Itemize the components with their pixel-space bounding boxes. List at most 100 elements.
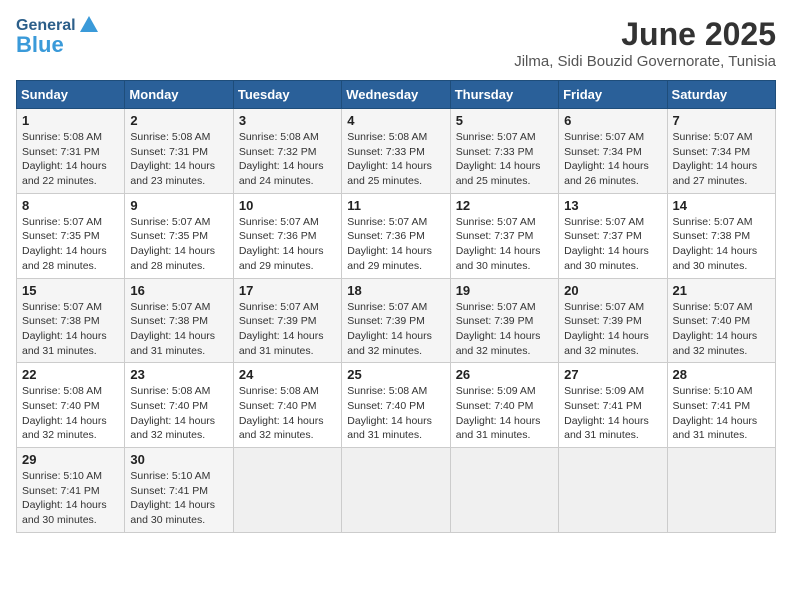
day-detail: Sunrise: 5:07 AM Sunset: 7:39 PM Dayligh…	[347, 300, 444, 359]
table-row: 15 Sunrise: 5:07 AM Sunset: 7:38 PM Dayl…	[17, 278, 125, 363]
day-detail: Sunrise: 5:07 AM Sunset: 7:37 PM Dayligh…	[456, 215, 553, 274]
day-detail: Sunrise: 5:07 AM Sunset: 7:33 PM Dayligh…	[456, 130, 553, 189]
table-row: 9 Sunrise: 5:07 AM Sunset: 7:35 PM Dayli…	[125, 193, 233, 278]
day-detail: Sunrise: 5:07 AM Sunset: 7:35 PM Dayligh…	[130, 215, 227, 274]
calendar-subtitle: Jilma, Sidi Bouzid Governorate, Tunisia	[514, 53, 776, 70]
table-row: 1 Sunrise: 5:08 AM Sunset: 7:31 PM Dayli…	[17, 109, 125, 194]
header-saturday: Saturday	[667, 81, 775, 109]
table-row: 21 Sunrise: 5:07 AM Sunset: 7:40 PM Dayl…	[667, 278, 775, 363]
day-detail: Sunrise: 5:07 AM Sunset: 7:37 PM Dayligh…	[564, 215, 661, 274]
day-detail: Sunrise: 5:08 AM Sunset: 7:32 PM Dayligh…	[239, 130, 336, 189]
table-row: 8 Sunrise: 5:07 AM Sunset: 7:35 PM Dayli…	[17, 193, 125, 278]
day-detail: Sunrise: 5:07 AM Sunset: 7:38 PM Dayligh…	[130, 300, 227, 359]
table-row: 30 Sunrise: 5:10 AM Sunset: 7:41 PM Dayl…	[125, 448, 233, 533]
day-detail: Sunrise: 5:08 AM Sunset: 7:31 PM Dayligh…	[130, 130, 227, 189]
table-row: 5 Sunrise: 5:07 AM Sunset: 7:33 PM Dayli…	[450, 109, 558, 194]
table-row	[667, 448, 775, 533]
calendar-week-1: 1 Sunrise: 5:08 AM Sunset: 7:31 PM Dayli…	[17, 109, 776, 194]
title-section: June 2025 Jilma, Sidi Bouzid Governorate…	[514, 16, 776, 70]
day-number: 22	[22, 367, 119, 382]
day-number: 4	[347, 113, 444, 128]
header-sunday: Sunday	[17, 81, 125, 109]
table-row: 27 Sunrise: 5:09 AM Sunset: 7:41 PM Dayl…	[559, 363, 667, 448]
header-wednesday: Wednesday	[342, 81, 450, 109]
table-row: 11 Sunrise: 5:07 AM Sunset: 7:36 PM Dayl…	[342, 193, 450, 278]
table-row	[450, 448, 558, 533]
day-detail: Sunrise: 5:07 AM Sunset: 7:34 PM Dayligh…	[673, 130, 770, 189]
table-row: 17 Sunrise: 5:07 AM Sunset: 7:39 PM Dayl…	[233, 278, 341, 363]
table-row: 14 Sunrise: 5:07 AM Sunset: 7:38 PM Dayl…	[667, 193, 775, 278]
table-row: 16 Sunrise: 5:07 AM Sunset: 7:38 PM Dayl…	[125, 278, 233, 363]
table-row: 13 Sunrise: 5:07 AM Sunset: 7:37 PM Dayl…	[559, 193, 667, 278]
header-thursday: Thursday	[450, 81, 558, 109]
day-number: 28	[673, 367, 770, 382]
table-row: 22 Sunrise: 5:08 AM Sunset: 7:40 PM Dayl…	[17, 363, 125, 448]
day-number: 1	[22, 113, 119, 128]
day-number: 18	[347, 283, 444, 298]
table-row: 24 Sunrise: 5:08 AM Sunset: 7:40 PM Dayl…	[233, 363, 341, 448]
day-detail: Sunrise: 5:09 AM Sunset: 7:41 PM Dayligh…	[564, 384, 661, 443]
day-number: 13	[564, 198, 661, 213]
table-row: 29 Sunrise: 5:10 AM Sunset: 7:41 PM Dayl…	[17, 448, 125, 533]
table-row: 23 Sunrise: 5:08 AM Sunset: 7:40 PM Dayl…	[125, 363, 233, 448]
day-number: 11	[347, 198, 444, 213]
day-detail: Sunrise: 5:08 AM Sunset: 7:31 PM Dayligh…	[22, 130, 119, 189]
table-row: 19 Sunrise: 5:07 AM Sunset: 7:39 PM Dayl…	[450, 278, 558, 363]
day-number: 24	[239, 367, 336, 382]
day-number: 21	[673, 283, 770, 298]
day-detail: Sunrise: 5:07 AM Sunset: 7:36 PM Dayligh…	[239, 215, 336, 274]
table-row: 4 Sunrise: 5:08 AM Sunset: 7:33 PM Dayli…	[342, 109, 450, 194]
day-number: 10	[239, 198, 336, 213]
day-detail: Sunrise: 5:08 AM Sunset: 7:40 PM Dayligh…	[239, 384, 336, 443]
day-detail: Sunrise: 5:07 AM Sunset: 7:39 PM Dayligh…	[456, 300, 553, 359]
day-number: 19	[456, 283, 553, 298]
calendar-week-5: 29 Sunrise: 5:10 AM Sunset: 7:41 PM Dayl…	[17, 448, 776, 533]
table-row	[233, 448, 341, 533]
table-row: 20 Sunrise: 5:07 AM Sunset: 7:39 PM Dayl…	[559, 278, 667, 363]
day-detail: Sunrise: 5:10 AM Sunset: 7:41 PM Dayligh…	[130, 469, 227, 528]
calendar-week-4: 22 Sunrise: 5:08 AM Sunset: 7:40 PM Dayl…	[17, 363, 776, 448]
day-number: 9	[130, 198, 227, 213]
day-detail: Sunrise: 5:10 AM Sunset: 7:41 PM Dayligh…	[22, 469, 119, 528]
day-number: 25	[347, 367, 444, 382]
calendar-title: June 2025	[514, 16, 776, 53]
table-row	[342, 448, 450, 533]
table-row: 3 Sunrise: 5:08 AM Sunset: 7:32 PM Dayli…	[233, 109, 341, 194]
day-detail: Sunrise: 5:07 AM Sunset: 7:35 PM Dayligh…	[22, 215, 119, 274]
day-number: 27	[564, 367, 661, 382]
day-number: 6	[564, 113, 661, 128]
table-row	[559, 448, 667, 533]
weekday-header-row: Sunday Monday Tuesday Wednesday Thursday…	[17, 81, 776, 109]
day-number: 5	[456, 113, 553, 128]
day-number: 7	[673, 113, 770, 128]
day-number: 17	[239, 283, 336, 298]
day-number: 8	[22, 198, 119, 213]
logo-icon	[78, 14, 100, 36]
day-detail: Sunrise: 5:08 AM Sunset: 7:33 PM Dayligh…	[347, 130, 444, 189]
table-row: 25 Sunrise: 5:08 AM Sunset: 7:40 PM Dayl…	[342, 363, 450, 448]
table-row: 26 Sunrise: 5:09 AM Sunset: 7:40 PM Dayl…	[450, 363, 558, 448]
day-number: 16	[130, 283, 227, 298]
day-detail: Sunrise: 5:07 AM Sunset: 7:38 PM Dayligh…	[22, 300, 119, 359]
page-header: General Blue June 2025 Jilma, Sidi Bouzi…	[16, 16, 776, 70]
day-number: 3	[239, 113, 336, 128]
table-row: 12 Sunrise: 5:07 AM Sunset: 7:37 PM Dayl…	[450, 193, 558, 278]
table-row: 28 Sunrise: 5:10 AM Sunset: 7:41 PM Dayl…	[667, 363, 775, 448]
table-row: 7 Sunrise: 5:07 AM Sunset: 7:34 PM Dayli…	[667, 109, 775, 194]
day-number: 30	[130, 452, 227, 467]
day-number: 12	[456, 198, 553, 213]
day-number: 23	[130, 367, 227, 382]
logo: General Blue	[16, 16, 100, 58]
day-detail: Sunrise: 5:08 AM Sunset: 7:40 PM Dayligh…	[130, 384, 227, 443]
calendar-week-3: 15 Sunrise: 5:07 AM Sunset: 7:38 PM Dayl…	[17, 278, 776, 363]
logo-text-blue: Blue	[16, 32, 64, 58]
header-friday: Friday	[559, 81, 667, 109]
calendar-table: Sunday Monday Tuesday Wednesday Thursday…	[16, 80, 776, 533]
day-number: 2	[130, 113, 227, 128]
table-row: 10 Sunrise: 5:07 AM Sunset: 7:36 PM Dayl…	[233, 193, 341, 278]
header-tuesday: Tuesday	[233, 81, 341, 109]
calendar-week-2: 8 Sunrise: 5:07 AM Sunset: 7:35 PM Dayli…	[17, 193, 776, 278]
day-detail: Sunrise: 5:07 AM Sunset: 7:39 PM Dayligh…	[564, 300, 661, 359]
table-row: 2 Sunrise: 5:08 AM Sunset: 7:31 PM Dayli…	[125, 109, 233, 194]
day-detail: Sunrise: 5:07 AM Sunset: 7:40 PM Dayligh…	[673, 300, 770, 359]
